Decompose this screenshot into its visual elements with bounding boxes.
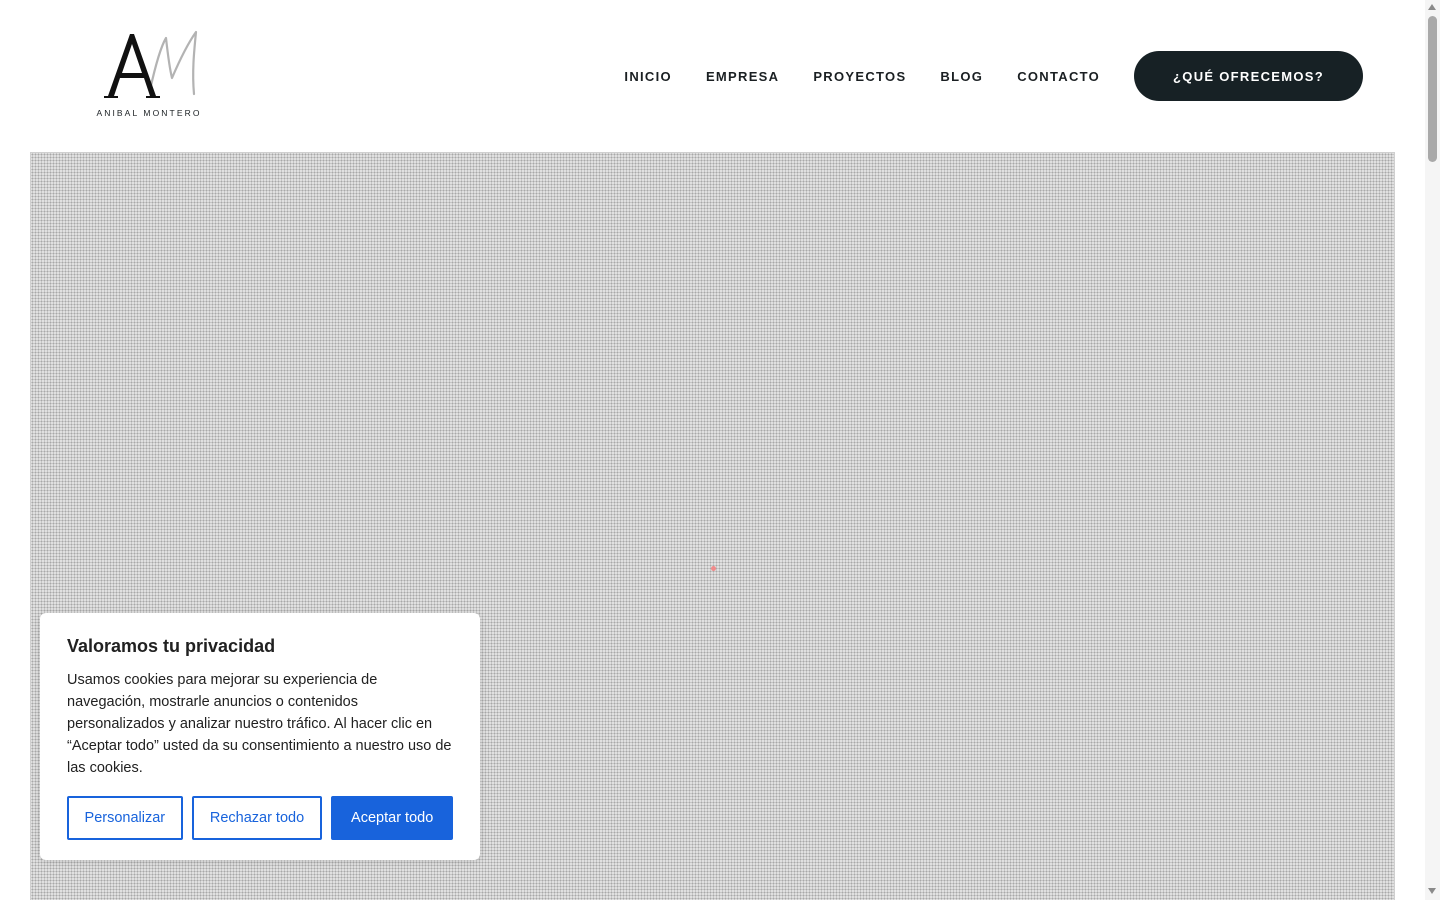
scroll-thumb[interactable] <box>1428 16 1437 162</box>
logo[interactable]: ANIBAL MONTERO <box>92 28 206 120</box>
nav-item-empresa[interactable]: EMPRESA <box>706 69 779 84</box>
page-scrollbar[interactable] <box>1425 0 1440 900</box>
cookie-description: Usamos cookies para mejorar su experienc… <box>67 672 452 776</box>
cookie-consent-banner: Valoramos tu privacidad Usamos cookies p… <box>40 613 480 860</box>
scroll-up-icon[interactable] <box>1428 4 1436 10</box>
scroll-down-icon[interactable] <box>1428 888 1436 894</box>
que-ofrecemos-button[interactable]: ¿QUÉ OFRECEMOS? <box>1134 51 1363 101</box>
main-nav: INICIO EMPRESA PROYECTOS BLOG CONTACTO ¿… <box>624 51 1363 101</box>
nav-item-blog[interactable]: BLOG <box>940 69 983 84</box>
cookie-button-group: Personalizar Rechazar todo Aceptar todo <box>67 796 453 840</box>
cookie-title: Valoramos tu privacidad <box>67 636 276 656</box>
nav-item-proyectos[interactable]: PROYECTOS <box>813 69 906 84</box>
logo-monogram-icon <box>104 30 198 98</box>
site-header: ANIBAL MONTERO INICIO EMPRESA PROYECTOS … <box>0 0 1425 152</box>
customize-button[interactable]: Personalizar <box>67 796 183 840</box>
nav-item-contacto[interactable]: CONTACTO <box>1017 69 1100 84</box>
logo-text: ANIBAL MONTERO <box>96 108 202 118</box>
page: ANIBAL MONTERO INICIO EMPRESA PROYECTOS … <box>0 0 1440 900</box>
reject-all-button[interactable]: Rechazar todo <box>191 796 323 840</box>
accept-all-button[interactable]: Aceptar todo <box>331 796 453 840</box>
nav-item-inicio[interactable]: INICIO <box>624 69 672 84</box>
loading-dot-icon <box>711 566 716 571</box>
